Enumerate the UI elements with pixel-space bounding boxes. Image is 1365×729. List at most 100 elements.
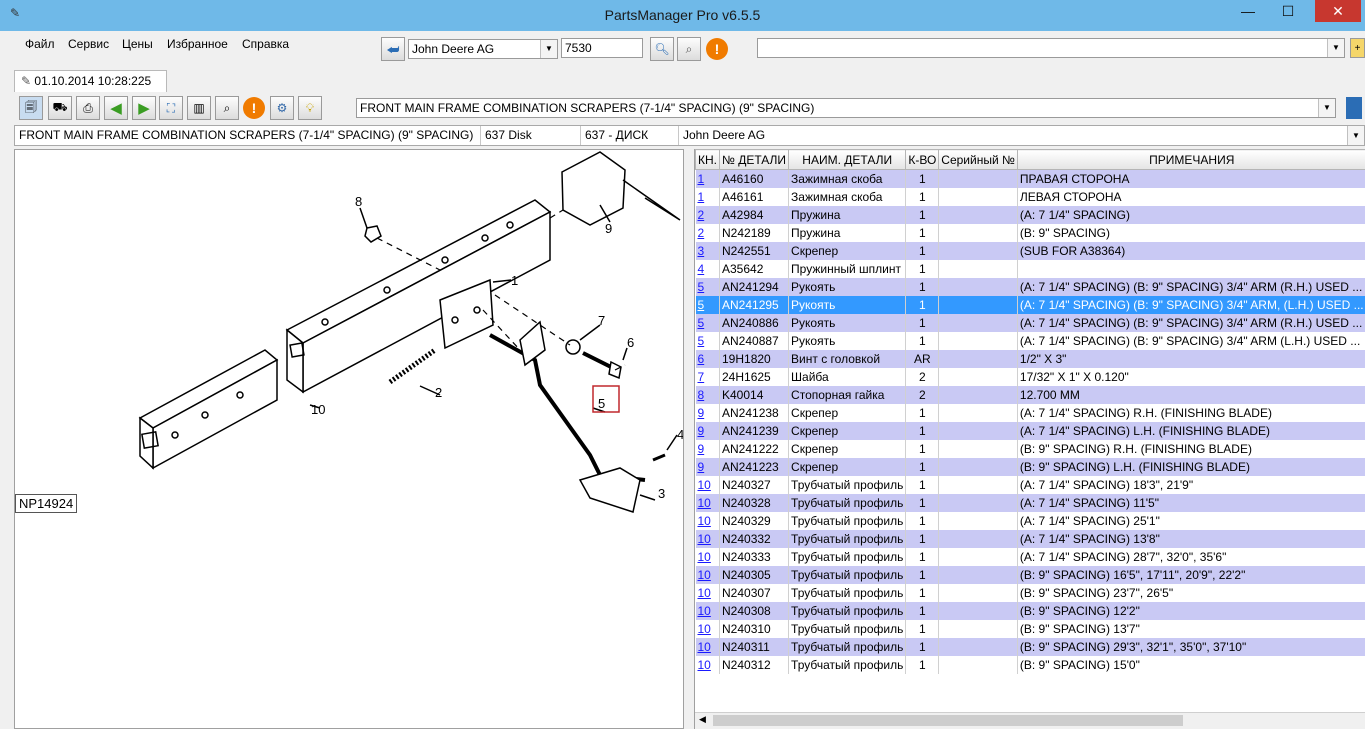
close-button[interactable]: ✕	[1315, 0, 1361, 22]
table-row[interactable]: 9 AN241222 Скрепер 1 (B: 9" SPACING) R.H. (F…	[695, 440, 1365, 458]
scrollbar-thumb[interactable]	[713, 715, 1183, 726]
cell-ref[interactable]: 9	[695, 404, 720, 422]
cell-ref[interactable]: 9	[695, 458, 720, 476]
warning-button[interactable]: !	[706, 38, 728, 60]
cell-ref[interactable]: 8	[695, 386, 720, 404]
manufacturer-select[interactable]: John Deere AG ▼	[408, 39, 558, 59]
cell-ref[interactable]: 10	[695, 566, 720, 584]
catalog-button[interactable]: 🗐	[19, 96, 43, 120]
table-row[interactable]: 2 A42984 Пружина 1 (A: 7 1/4" SPACING)	[695, 206, 1365, 224]
menu-service[interactable]: Сервис	[68, 37, 109, 51]
cell-ref[interactable]: 4	[695, 260, 720, 278]
cell-ref[interactable]: 3	[695, 242, 720, 260]
cell-ref[interactable]: 2	[695, 224, 720, 242]
table-row[interactable]: 10 N240329 Трубчатый профиль 1 (A: 7 1/4" SP…	[695, 512, 1365, 530]
callout-5[interactable]: 5	[598, 396, 605, 411]
menu-favorites[interactable]: Избранное	[167, 37, 228, 51]
columns-button[interactable]: ▥	[187, 96, 211, 120]
cell-ref[interactable]: 10	[695, 494, 720, 512]
back-button[interactable]: ⮨	[381, 37, 405, 61]
table-row[interactable]: 5 AN241294 Рукоять 1 (A: 7 1/4" SPACING) (B:…	[695, 278, 1365, 296]
cell-ref[interactable]: 10	[695, 530, 720, 548]
col-header-notes[interactable]: ПРИМЕЧАНИЯ	[1016, 149, 1365, 170]
minimize-button[interactable]: —	[1231, 0, 1265, 22]
callout-6[interactable]: 6	[627, 335, 634, 350]
table-row[interactable]: 10 N240307 Трубчатый профиль 1 (B: 9" SPACIN…	[695, 584, 1365, 602]
cell-ref[interactable]: 9	[695, 422, 720, 440]
table-row[interactable]: 10 N240310 Трубчатый профиль 1 (B: 9" SPACIN…	[695, 620, 1365, 638]
table-row[interactable]: 4 A35642 Пружинный шплинт 1	[695, 260, 1365, 278]
cell-ref[interactable]: 5	[695, 296, 720, 314]
manual-button[interactable]	[1346, 97, 1362, 119]
table-row[interactable]: 9 AN241223 Скрепер 1 (B: 9" SPACING) L.H. (F…	[695, 458, 1365, 476]
col-header-part-number[interactable]: № ДЕТАЛИ	[718, 149, 790, 170]
cell-ref[interactable]: 6	[695, 350, 720, 368]
tab-session[interactable]: ✎ 01.10.2014 10:28:225	[14, 70, 167, 92]
table-row[interactable]: 9 AN241238 Скрепер 1 (A: 7 1/4" SPACING) R.H…	[695, 404, 1365, 422]
table-row[interactable]: 7 24H1625 Шайба 2 17/32" X 1" X 0.120"	[695, 368, 1365, 386]
callout-10[interactable]: 10	[311, 402, 325, 417]
table-row[interactable]: 10 N240327 Трубчатый профиль 1 (A: 7 1/4" SP…	[695, 476, 1365, 494]
table-row[interactable]: 10 N240332 Трубчатый профиль 1 (A: 7 1/4" SP…	[695, 530, 1365, 548]
cell-ref[interactable]: 10	[695, 638, 720, 656]
settings-button[interactable]: ⚙	[270, 96, 294, 120]
zoom-drawing-button[interactable]: ⌕	[215, 96, 239, 120]
search-catalog-button[interactable]: 🔍︎	[650, 37, 674, 61]
cell-ref[interactable]: 10	[695, 620, 720, 638]
table-row[interactable]: 5 AN241295 Рукоять 1 (A: 7 1/4" SPACING) (B:…	[695, 296, 1365, 314]
menu-prices[interactable]: Цены	[122, 37, 153, 51]
callout-4[interactable]: 4	[677, 427, 683, 442]
col-header-ref[interactable]: КН.	[695, 149, 720, 170]
hint-button[interactable]: 💡︎	[298, 96, 322, 120]
cell-ref[interactable]: 2	[695, 206, 720, 224]
table-row[interactable]: 1 A46160 Зажимная скоба 1 ПРАВАЯ СТОРОНА	[695, 169, 1365, 188]
callout-1[interactable]: 1	[511, 273, 518, 288]
parts-drawing[interactable]: 8 9 1 7 6 2 5 10 4 3 NP14924	[14, 149, 684, 729]
col-header-serial[interactable]: Серийный №	[938, 149, 1018, 170]
horizontal-scrollbar[interactable]: ◀	[695, 712, 1365, 729]
global-search-select[interactable]: ▼	[757, 38, 1345, 58]
callout-3[interactable]: 3	[658, 486, 665, 501]
table-row[interactable]: 5 AN240887 Рукоять 1 (A: 7 1/4" SPACING) (B:…	[695, 332, 1365, 350]
cell-ref[interactable]: 10	[695, 512, 720, 530]
callout-7[interactable]: 7	[598, 313, 605, 328]
chevron-down-icon[interactable]: ▼	[1318, 99, 1335, 117]
table-row[interactable]: 5 AN240886 Рукоять 1 (A: 7 1/4" SPACING) (B:…	[695, 314, 1365, 332]
cell-ref[interactable]: 9	[695, 440, 720, 458]
fit-button[interactable]: ⛶	[159, 96, 183, 120]
table-row[interactable]: 6 19H1820 Винт с головкой AR 1/2" X 3"	[695, 350, 1365, 368]
cell-ref[interactable]: 10	[695, 548, 720, 566]
chevron-down-icon[interactable]: ▼	[1327, 39, 1344, 57]
cell-ref[interactable]: 5	[695, 332, 720, 350]
table-row[interactable]: 10 N240312 Трубчатый профиль 1 (B: 9" SPACIN…	[695, 656, 1365, 674]
table-row[interactable]: 10 N240311 Трубчатый профиль 1 (B: 9" SPACIN…	[695, 638, 1365, 656]
next-button[interactable]: ▶	[132, 96, 156, 120]
cell-ref[interactable]: 1	[695, 188, 720, 206]
menu-help[interactable]: Справка	[242, 37, 289, 51]
cell-ref[interactable]: 7	[695, 368, 720, 386]
table-row[interactable]: 10 N240328 Трубчатый профиль 1 (A: 7 1/4" SP…	[695, 494, 1365, 512]
alert-button[interactable]: !	[243, 97, 265, 119]
table-row[interactable]: 10 N240308 Трубчатый профиль 1 (B: 9" SPACIN…	[695, 602, 1365, 620]
scroll-left-icon[interactable]: ◀	[699, 714, 706, 725]
info-dropdown[interactable]: ▼	[1347, 126, 1364, 145]
table-row[interactable]: 10 N240305 Трубчатый профиль 1 (B: 9" SPACIN…	[695, 566, 1365, 584]
cell-ref[interactable]: 10	[695, 656, 720, 674]
callout-2[interactable]: 2	[435, 385, 442, 400]
maximize-button[interactable]: ☐	[1271, 0, 1305, 22]
table-row[interactable]: 9 AN241239 Скрепер 1 (A: 7 1/4" SPACING) L.H…	[695, 422, 1365, 440]
cell-ref[interactable]: 5	[695, 278, 720, 296]
chevron-down-icon[interactable]: ▼	[540, 40, 557, 58]
cell-ref[interactable]: 1	[695, 169, 720, 188]
table-row[interactable]: 8 K40014 Стопорная гайка 2 12.700 MM	[695, 386, 1365, 404]
add-button[interactable]: +	[1350, 38, 1365, 58]
table-row[interactable]: 1 A46161 Зажимная скоба 1 ЛЕВАЯ СТОРОНА	[695, 188, 1365, 206]
print-button[interactable]: ⎙	[76, 96, 100, 120]
cell-ref[interactable]: 10	[695, 602, 720, 620]
menu-file[interactable]: Файл	[25, 37, 55, 51]
callout-9[interactable]: 9	[605, 221, 612, 236]
table-row[interactable]: 3 N242551 Скрепер 1 (SUB FOR A38364)	[695, 242, 1365, 260]
col-header-description[interactable]: НАИМ. ДЕТАЛИ	[788, 149, 907, 170]
prev-button[interactable]: ◀	[104, 96, 128, 120]
model-input[interactable]: 7530	[561, 38, 643, 58]
